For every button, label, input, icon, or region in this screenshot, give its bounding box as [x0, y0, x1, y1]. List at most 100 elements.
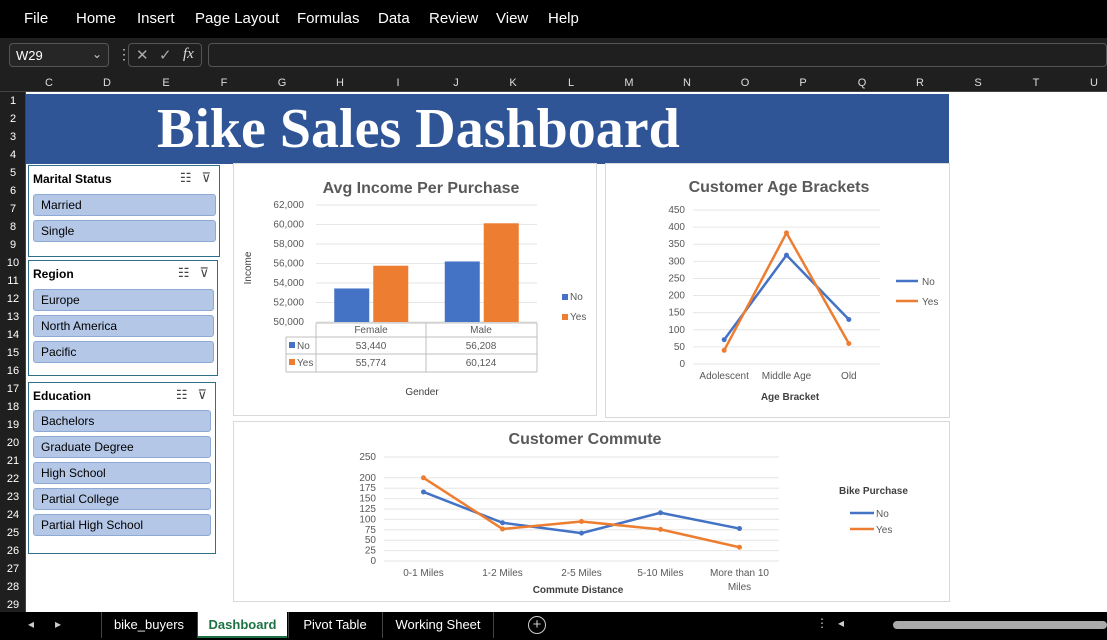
fx-icon[interactable]: fx — [183, 46, 194, 63]
chart-age-brackets[interactable]: Customer Age Brackets Age Bracket 0 50 100… — [605, 163, 950, 418]
column-header[interactable]: E — [162, 77, 169, 89]
more-options-icon[interactable]: ⋮ — [816, 616, 828, 630]
row-header[interactable]: 1 — [0, 95, 26, 107]
row-header[interactable]: 16 — [0, 365, 26, 377]
row-header[interactable]: 5 — [0, 167, 26, 179]
clear-filter-icon[interactable]: ⊽ — [199, 265, 209, 280]
row-header[interactable]: 23 — [0, 491, 26, 503]
row-header[interactable]: 24 — [0, 509, 26, 521]
bar-yes-female[interactable] — [373, 265, 409, 322]
column-header[interactable]: G — [278, 77, 287, 89]
multi-select-icon[interactable]: ☷ — [180, 170, 192, 185]
data-point-yes[interactable] — [846, 340, 852, 346]
data-point-no[interactable] — [421, 489, 426, 495]
slicer-item-north-america[interactable]: North America — [33, 315, 214, 337]
data-point-no[interactable] — [579, 530, 584, 536]
column-header[interactable]: N — [683, 77, 691, 89]
row-header[interactable]: 8 — [0, 221, 26, 233]
row-header[interactable]: 12 — [0, 293, 26, 305]
data-point-yes[interactable] — [500, 526, 505, 532]
clear-filter-icon[interactable]: ⊽ — [197, 387, 207, 402]
slicer-item-graduate-degree[interactable]: Graduate Degree — [33, 436, 211, 458]
data-point-no[interactable] — [784, 252, 789, 258]
row-header[interactable]: 10 — [0, 257, 26, 269]
column-header[interactable]: Q — [858, 77, 867, 89]
menu-page-layout[interactable]: Page Layout — [195, 10, 279, 27]
data-point-yes[interactable] — [737, 544, 742, 550]
slicer-item-bachelors[interactable]: Bachelors — [33, 410, 211, 432]
series-line-yes[interactable] — [723, 231, 850, 351]
row-header[interactable]: 29 — [0, 599, 26, 611]
cancel-icon[interactable]: ✕ — [136, 46, 149, 64]
column-header[interactable]: R — [916, 77, 924, 89]
tab-dashboard[interactable]: Dashboard — [197, 612, 287, 638]
column-header[interactable]: O — [741, 77, 750, 89]
chevron-down-icon[interactable]: ⌄ — [92, 47, 102, 61]
multi-select-icon[interactable]: ☷ — [178, 265, 190, 280]
slicer-item-married[interactable]: Married — [33, 194, 216, 216]
bar-no-female[interactable] — [334, 288, 370, 322]
slicer-item-pacific[interactable]: Pacific — [33, 341, 214, 363]
menu-file[interactable]: File — [24, 10, 48, 27]
multi-select-icon[interactable]: ☷ — [176, 387, 188, 402]
tab-bike-buyers[interactable]: bike_buyers — [101, 612, 196, 638]
column-header[interactable]: M — [624, 77, 633, 89]
horizontal-scrollbar[interactable] — [893, 621, 1107, 629]
row-header[interactable]: 18 — [0, 401, 26, 413]
slicer-item-partial-high-school[interactable]: Partial High School — [33, 514, 211, 536]
column-header[interactable]: I — [396, 77, 399, 89]
row-header[interactable]: 22 — [0, 473, 26, 485]
scroll-tabs-left-icon[interactable]: ◂ — [28, 617, 34, 631]
chart-avg-income[interactable]: Avg Income Per Purchase Income Gender 50… — [233, 163, 597, 416]
tab-pivot-table[interactable]: Pivot Table — [288, 612, 381, 638]
row-header[interactable]: 4 — [0, 149, 26, 161]
row-header[interactable]: 19 — [0, 419, 26, 431]
data-point-no[interactable] — [721, 337, 727, 343]
bar-yes-male[interactable] — [483, 223, 519, 322]
row-header[interactable]: 21 — [0, 455, 26, 467]
row-header[interactable]: 15 — [0, 347, 26, 359]
column-header[interactable]: F — [221, 77, 228, 89]
data-point-no[interactable] — [658, 510, 663, 516]
data-point-yes[interactable] — [421, 475, 426, 481]
row-header[interactable]: 27 — [0, 563, 26, 575]
slicer-item-high-school[interactable]: High School — [33, 462, 211, 484]
slicer-item-partial-college[interactable]: Partial College — [33, 488, 211, 510]
formula-input[interactable] — [208, 43, 1107, 67]
row-header[interactable]: 28 — [0, 581, 26, 593]
worksheet[interactable]: Bike Sales Dashboard Marital Status ☷ ⊽ M… — [26, 92, 1107, 612]
menu-formulas[interactable]: Formulas — [297, 10, 360, 27]
column-header[interactable]: C — [45, 77, 53, 89]
clear-filter-icon[interactable]: ⊽ — [201, 170, 211, 185]
menu-home[interactable]: Home — [76, 10, 116, 27]
tab-working-sheet[interactable]: Working Sheet — [382, 612, 494, 638]
scroll-tabs-right-icon[interactable]: ▸ — [55, 617, 61, 631]
row-header[interactable]: 7 — [0, 203, 26, 215]
row-header[interactable]: 6 — [0, 185, 26, 197]
column-header[interactable]: K — [509, 77, 516, 89]
menu-view[interactable]: View — [496, 10, 528, 27]
scroll-left-icon[interactable]: ◂ — [838, 616, 844, 630]
column-header[interactable]: J — [453, 77, 459, 89]
data-point-yes[interactable] — [721, 347, 727, 353]
data-point-yes[interactable] — [658, 526, 663, 532]
row-header[interactable]: 17 — [0, 383, 26, 395]
chart-customer-commute[interactable]: Customer Commute Commute Distance 0 25 50 7… — [233, 421, 950, 602]
row-header[interactable]: 9 — [0, 239, 26, 251]
column-header[interactable]: H — [336, 77, 344, 89]
row-header[interactable]: 25 — [0, 527, 26, 539]
row-header[interactable]: 2 — [0, 113, 26, 125]
row-header[interactable]: 14 — [0, 329, 26, 341]
slicer-item-europe[interactable]: Europe — [33, 289, 214, 311]
row-header[interactable]: 13 — [0, 311, 26, 323]
menu-insert[interactable]: Insert — [137, 10, 175, 27]
row-header[interactable]: 26 — [0, 545, 26, 557]
data-point-no[interactable] — [846, 317, 852, 323]
menu-help[interactable]: Help — [548, 10, 579, 27]
data-point-yes[interactable] — [579, 518, 584, 524]
column-header[interactable]: P — [799, 77, 806, 89]
column-header[interactable]: U — [1090, 77, 1098, 89]
menu-data[interactable]: Data — [378, 10, 410, 27]
data-point-no[interactable] — [737, 526, 742, 532]
data-point-no[interactable] — [500, 520, 505, 526]
